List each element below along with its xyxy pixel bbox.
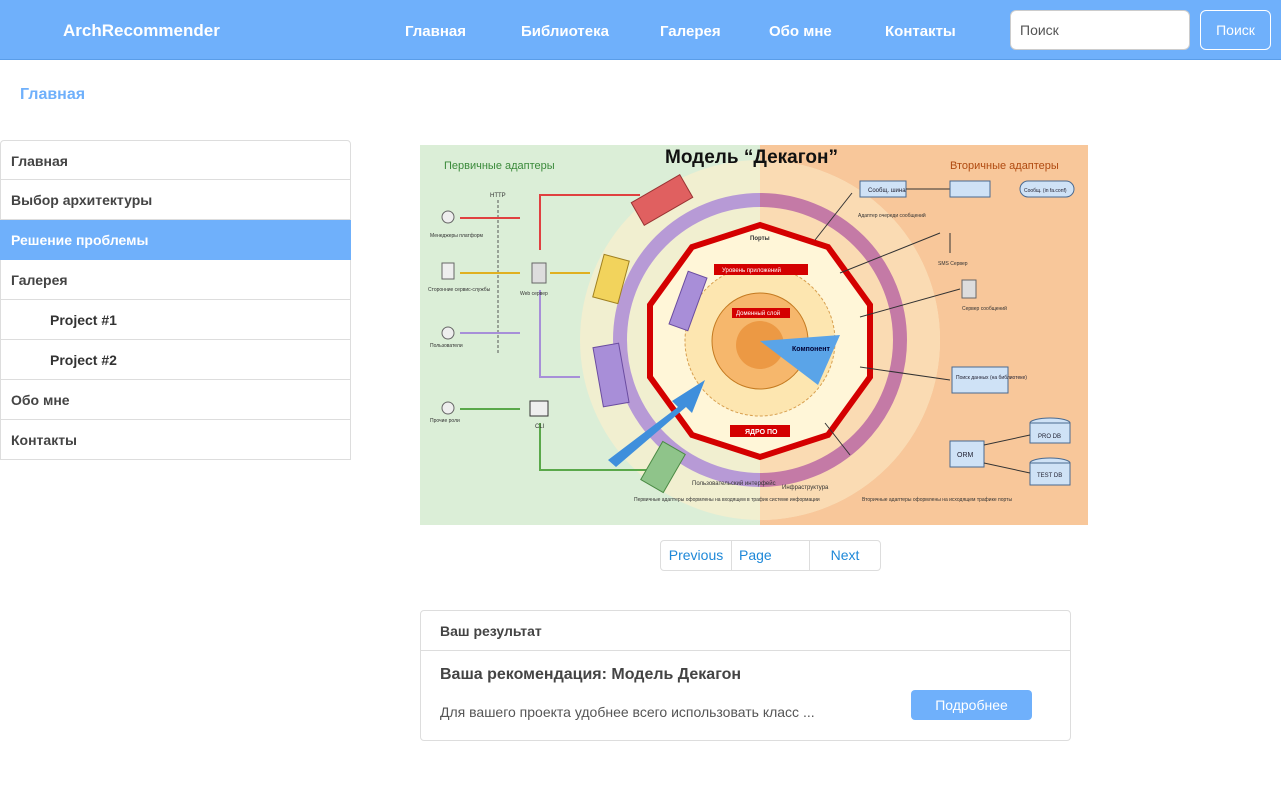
decagon-model-diagram: Компонент Уровень приложений Доменный сл… — [420, 145, 1088, 525]
nav-link-home[interactable]: Главная — [405, 23, 466, 40]
top-navbar: ArchRecommender Главная Библиотека Галер… — [0, 0, 1281, 60]
ui-label: Пользовательский интерфейс — [692, 480, 776, 487]
pagination: Previous Page Next — [660, 540, 881, 571]
result-card: Ваш результат Ваша рекомендация: Модель … — [420, 610, 1071, 741]
ports-label: Порты — [750, 236, 770, 242]
result-card-text: Для вашего проекта удобнее всего использ… — [440, 704, 815, 720]
page-indicator[interactable]: Page — [732, 541, 810, 570]
result-card-title: Ваша рекомендация: Модель Декагон — [440, 666, 742, 683]
pro-db-label: PRO DB — [1038, 434, 1061, 440]
msg-conf-label: Сообщ. (in fa.conf) — [1024, 188, 1067, 194]
nav-link-library[interactable]: Библиотека — [521, 23, 609, 40]
sidebar-item-about[interactable]: Обо мне — [0, 380, 351, 420]
cli-label: CLI — [535, 424, 545, 430]
right-heading: Вторичные адаптеры — [950, 160, 1059, 172]
breadcrumb[interactable]: Главная — [20, 86, 85, 104]
next-page-button[interactable]: Next — [810, 541, 880, 570]
footnote-left: Первичные адаптеры оформлены на входящем… — [634, 497, 820, 503]
nav-link-gallery[interactable]: Галерея — [660, 23, 721, 40]
actor-managers: Менеджеры платформ — [430, 233, 484, 239]
orm-label: ORM — [957, 452, 974, 459]
diagram-title: Модель “Декагон” — [665, 147, 838, 168]
sidebar-item-project-1[interactable]: Project #1 — [0, 300, 351, 340]
actor-other: Прочие роли — [430, 418, 460, 424]
left-heading: Первичные адаптеры — [444, 160, 555, 172]
data-search-label: Поиск данных (на библиотеке) — [956, 375, 1027, 381]
sidebar-item-home[interactable]: Главная — [0, 140, 351, 180]
sms-server-label: SMS Сервер — [938, 261, 968, 267]
actor-services: Сторонние сервис-службы — [428, 287, 491, 293]
nav-link-about[interactable]: Обо мне — [769, 23, 832, 40]
test-db-label: TEST DB — [1037, 473, 1062, 479]
brand-logo[interactable]: ArchRecommender — [63, 21, 220, 41]
result-card-header: Ваш результат — [421, 611, 1070, 651]
sidebar-item-contacts[interactable]: Контакты — [0, 420, 351, 460]
msg-server-label: Сервер сообщений — [962, 305, 1007, 312]
sidebar-item-gallery[interactable]: Галерея — [0, 260, 351, 300]
footnote-right: Вторичные адаптеры оформлены на исходяще… — [862, 497, 1012, 503]
http-label: HTTP — [490, 193, 506, 199]
sidebar-item-solve-problem[interactable]: Решение проблемы — [0, 220, 351, 260]
sidebar-menu: Главная Выбор архитектуры Решение пробле… — [0, 140, 351, 460]
component-label: Компонент — [792, 346, 830, 353]
sidebar-item-choose-architecture[interactable]: Выбор архитектуры — [0, 180, 351, 220]
search-input[interactable] — [1010, 10, 1190, 50]
web-server-label: Web сервер — [520, 291, 548, 297]
sidebar-item-project-2[interactable]: Project #2 — [0, 340, 351, 380]
previous-page-button[interactable]: Previous — [661, 541, 732, 570]
queue-adapter-label: Адаптер очереди сообщений — [858, 212, 926, 219]
search-button[interactable]: Поиск — [1200, 10, 1271, 50]
msg-bus-label: Сообщ. шина — [868, 188, 906, 194]
app-services-label: Уровень приложений — [722, 267, 781, 274]
actor-users: Пользователи — [430, 343, 463, 349]
core-label: ЯДРО ПО — [745, 429, 778, 436]
details-button[interactable]: Подробнее — [911, 690, 1032, 720]
infrastructure-label: Инфраструктура — [782, 485, 829, 491]
domain-layer-label: Доменный слой — [736, 310, 780, 317]
nav-link-contacts[interactable]: Контакты — [885, 23, 956, 40]
